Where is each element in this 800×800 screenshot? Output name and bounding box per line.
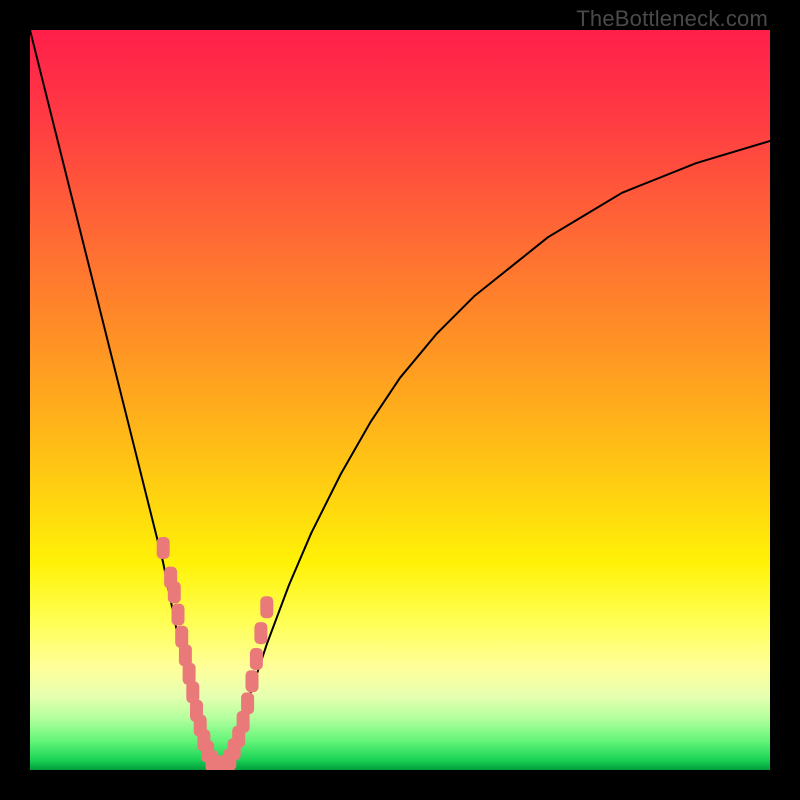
sample-marker [246,670,259,692]
sample-marker [172,604,185,626]
sample-marker [168,581,181,603]
sample-marker [250,648,263,670]
watermark-text: TheBottleneck.com [576,6,768,32]
sample-marker [254,622,267,644]
chart-frame: TheBottleneck.com [0,0,800,800]
sample-markers-group [157,537,274,770]
chart-svg [30,30,770,770]
sample-marker [260,596,273,618]
sample-marker [241,692,254,714]
sample-marker [157,537,170,559]
bottleneck-curve [30,30,770,770]
plot-area [30,30,770,770]
